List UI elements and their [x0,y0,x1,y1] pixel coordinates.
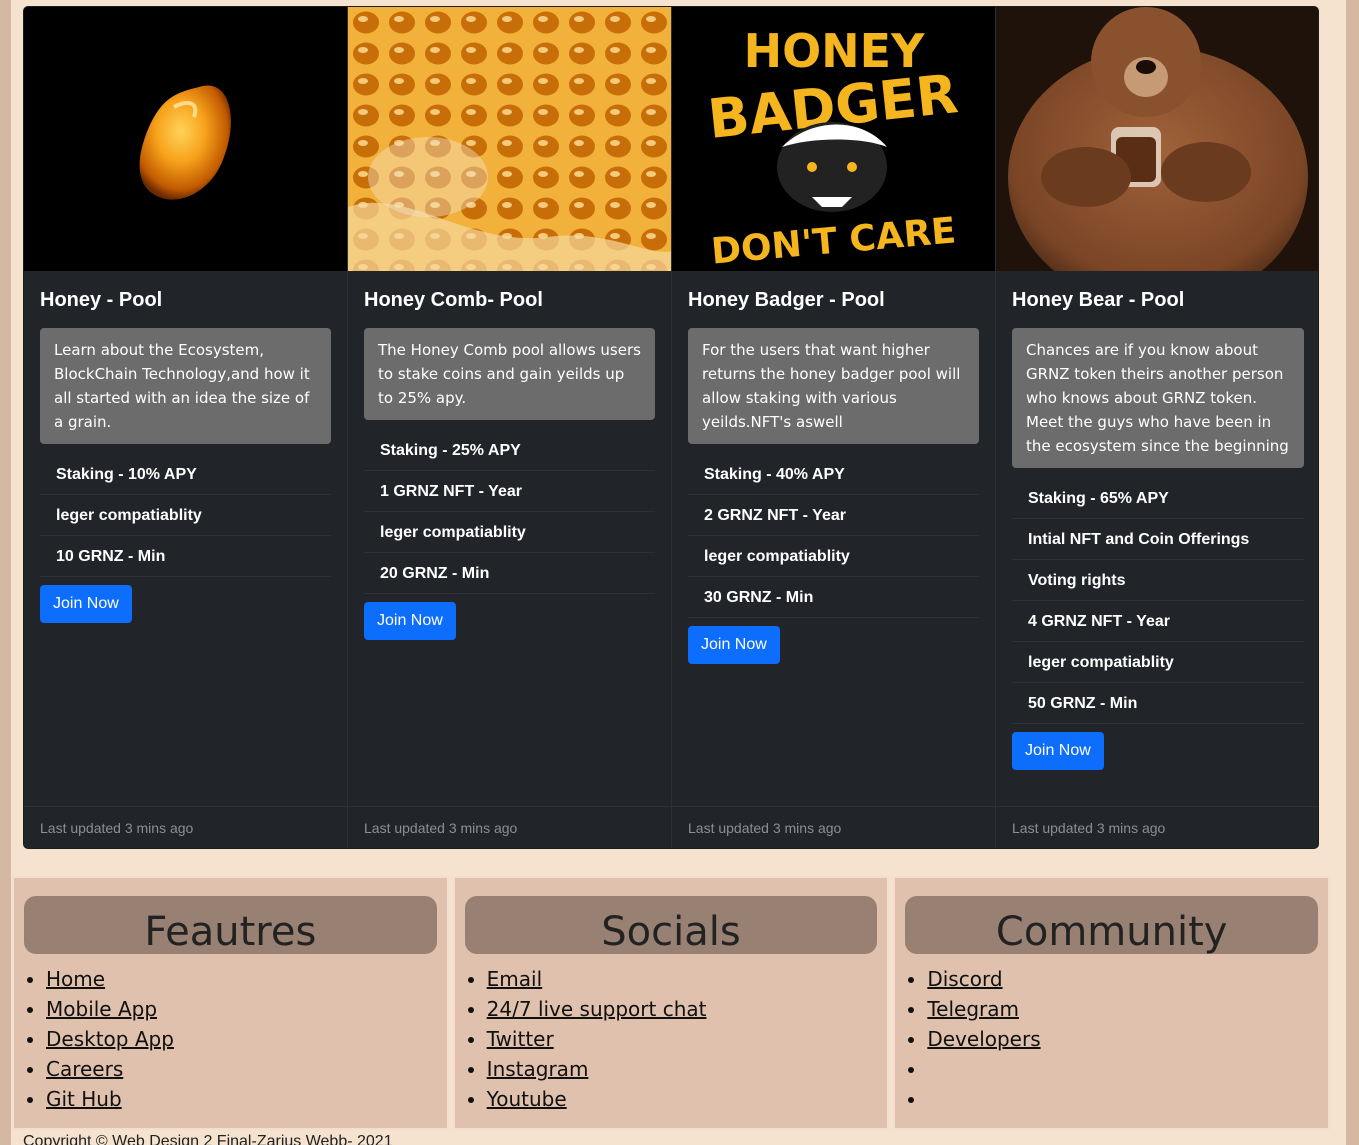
card-title: Honey - Pool [40,289,163,311]
card-description: Learn about the Ecosystem, BlockChain Te… [40,328,331,444]
pool-card-honey-comb: Honey Comb- Pool The Honey Comb pool all… [348,7,672,848]
footer-socials-column: Socials Email 24/7 live support chat Twi… [452,876,890,1130]
footer-link-live-support[interactable]: 24/7 live support chat [487,994,878,1024]
footer-community-column: Community Discord Telegram Developers [893,876,1331,1130]
bear-with-coffee-image [996,7,1318,271]
card-footer-text: Last updated 3 mins ago [24,806,347,848]
pool-card-group: Honey - Pool Learn about the Ecosystem, … [23,6,1319,849]
join-now-button[interactable]: Join Now [40,585,132,623]
footer-link-discord[interactable]: Discord [927,964,1318,994]
card-footer-text: Last updated 3 mins ago [672,806,995,848]
footer-heading: Feautres [24,896,437,954]
feature-item: Staking - 25% APY [364,430,655,471]
feature-item: 2 GRNZ NFT - Year [688,495,979,536]
feature-item: 50 GRNZ - Min [1012,683,1304,724]
card-footer-text: Last updated 3 mins ago [996,806,1318,848]
honeycomb-image [348,7,671,271]
site-footer: Feautres Home Mobile App Desktop App Car… [12,876,1331,1130]
footer-link-twitter[interactable]: Twitter [487,1024,878,1054]
honey-drop-image [24,7,347,271]
feature-item: 4 GRNZ NFT - Year [1012,601,1304,642]
card-title: Honey Comb- Pool [364,289,543,311]
honey-badger-image: HONEY BADGER DON'T CARE [672,7,995,271]
footer-link-email[interactable]: Email [487,964,878,994]
footer-link-desktop-app[interactable]: Desktop App [46,1024,437,1054]
feature-item: Voting rights [1012,560,1304,601]
card-description: For the users that want higher returns t… [688,328,979,444]
footer-link-telegram[interactable]: Telegram [927,994,1318,1024]
footer-link-instagram[interactable]: Instagram [487,1054,878,1084]
footer-link-home[interactable]: Home [46,964,437,994]
card-description: The Honey Comb pool allows users to stak… [364,328,655,420]
feature-item: 30 GRNZ - Min [688,577,979,618]
feature-item: 20 GRNZ - Min [364,553,655,594]
feature-item: leger compatiablity [1012,642,1304,683]
feature-item: Intial NFT and Coin Offerings [1012,519,1304,560]
card-description: Chances are if you know about GRNZ token… [1012,328,1304,468]
footer-empty-item [927,1084,1318,1114]
feature-item: Staking - 10% APY [40,454,331,495]
logo-text-dont-care: DON'T CARE [710,210,958,271]
footer-link-mobile-app[interactable]: Mobile App [46,994,437,1024]
feature-item: 10 GRNZ - Min [40,536,331,577]
pool-card-honey: Honey - Pool Learn about the Ecosystem, … [24,7,348,848]
feature-item: leger compatiablity [688,536,979,577]
footer-heading: Socials [464,896,878,954]
card-title: Honey Bear - Pool [1012,289,1185,311]
card-footer-text: Last updated 3 mins ago [348,806,671,848]
footer-features-column: Feautres Home Mobile App Desktop App Car… [12,876,449,1130]
feature-item: leger compatiablity [364,512,655,553]
pool-card-honey-bear: Honey Bear - Pool Chances are if you kno… [996,7,1318,848]
join-now-button[interactable]: Join Now [688,626,780,664]
copyright-text: Copyright © Web Design 2 Final-Zarius We… [23,1133,393,1145]
footer-empty-item [927,1054,1318,1084]
feature-item: Staking - 40% APY [688,454,979,495]
join-now-button[interactable]: Join Now [364,602,456,640]
footer-link-git-hub[interactable]: Git Hub [46,1084,437,1114]
join-now-button[interactable]: Join Now [1012,732,1104,770]
footer-link-careers[interactable]: Careers [46,1054,437,1084]
footer-link-youtube[interactable]: Youtube [487,1084,878,1114]
feature-item: 1 GRNZ NFT - Year [364,471,655,512]
footer-link-developers[interactable]: Developers [927,1024,1318,1054]
feature-item: leger compatiablity [40,495,331,536]
feature-item: Staking - 65% APY [1012,478,1304,519]
footer-heading: Community [905,896,1319,954]
card-title: Honey Badger - Pool [688,289,885,311]
pool-card-honey-badger: HONEY BADGER DON'T CARE Honey Badger - P… [672,7,996,848]
